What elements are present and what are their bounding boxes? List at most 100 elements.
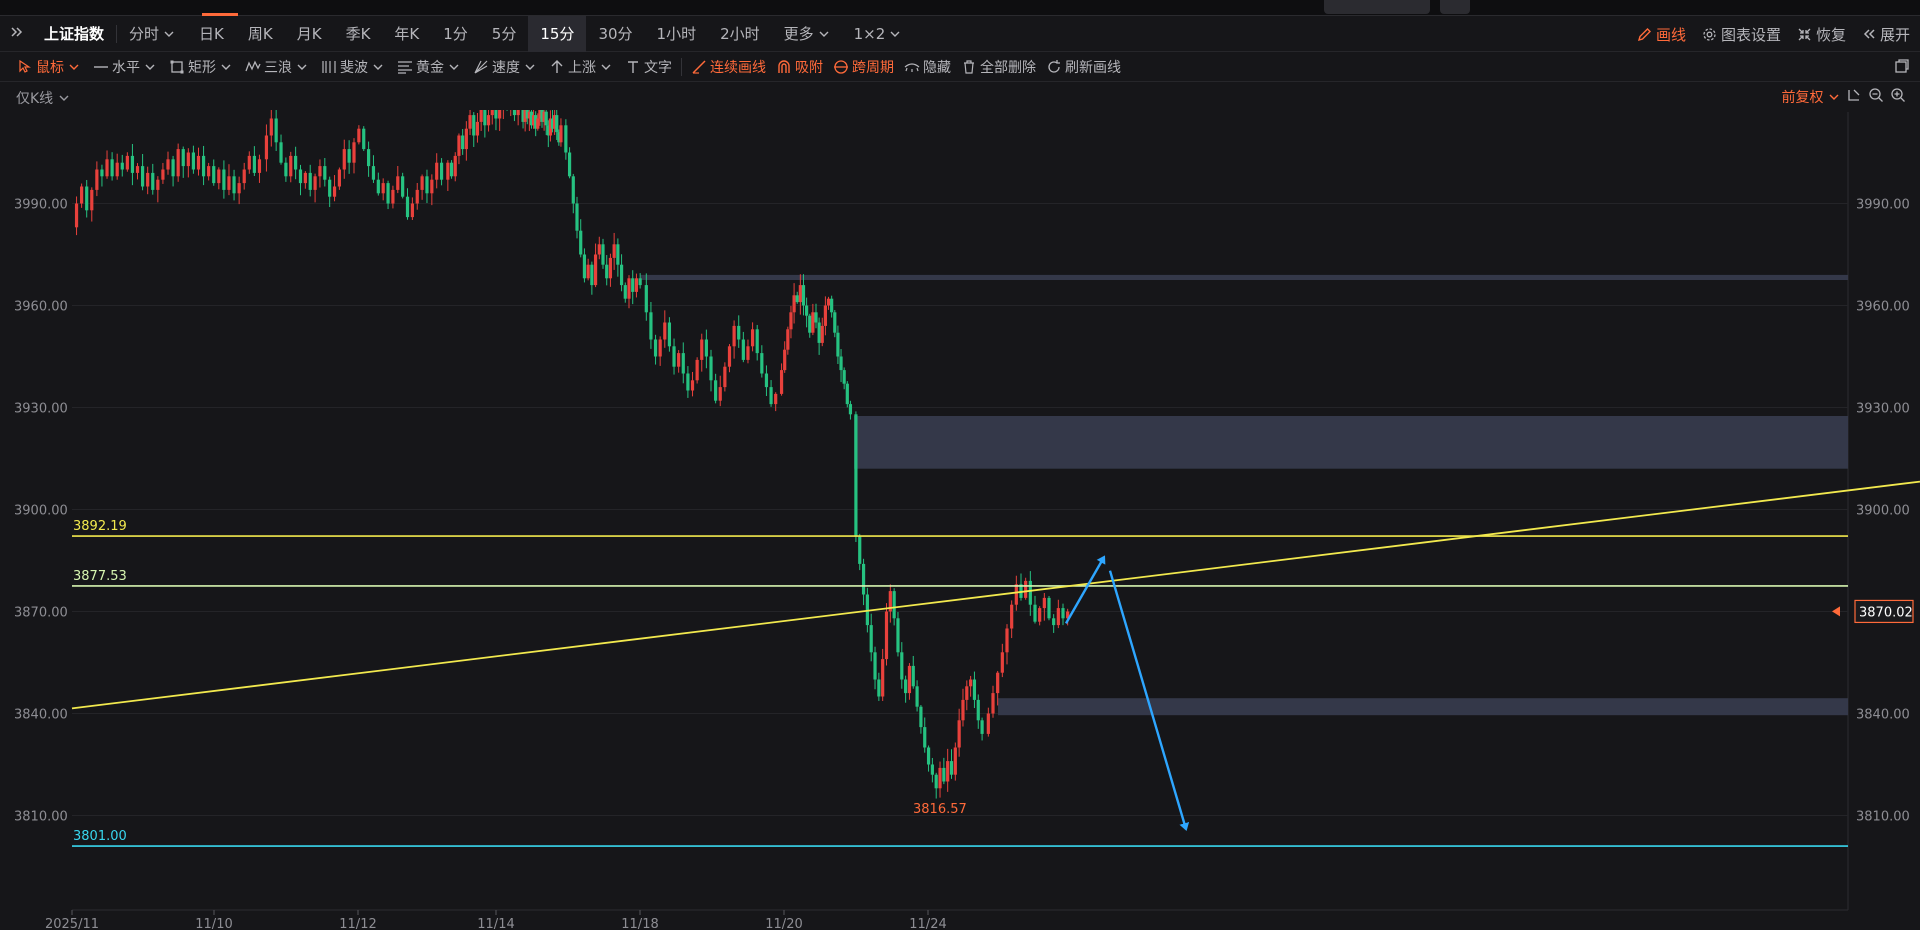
tool-three-wave[interactable]: 三浪 — [240, 52, 316, 82]
period-tab[interactable]: 月K — [285, 16, 334, 52]
x-tick-label: 11/24 — [909, 917, 946, 930]
candle-body — [274, 118, 278, 143]
period-tab[interactable]: 周K — [236, 16, 285, 52]
tool-rise[interactable]: 上涨 — [544, 52, 620, 82]
fullscreen-button[interactable] — [1894, 58, 1910, 78]
cropped-search-pill[interactable] — [1324, 0, 1430, 14]
candle-body — [257, 159, 262, 173]
period-tab[interactable]: 季K — [334, 16, 383, 52]
candle-body — [795, 295, 799, 303]
candle-body — [582, 254, 587, 279]
restore-button[interactable]: 恢复 — [1789, 16, 1854, 52]
period-tab[interactable]: 5分 — [480, 16, 529, 52]
period-tab[interactable]: 分时 — [117, 16, 187, 52]
projection-arrow-up[interactable] — [1064, 555, 1106, 624]
action-cross-period[interactable]: 跨周期 — [828, 52, 899, 82]
trend-line[interactable] — [71, 480, 1920, 710]
action-delete-all[interactable]: 全部删除 — [956, 52, 1041, 82]
action-hide[interactable]: 隐藏 — [899, 52, 956, 82]
y-tick-label-left: 3900.00 — [14, 504, 68, 519]
candle-body — [774, 393, 778, 405]
tool-rectangle[interactable]: 矩形 — [164, 52, 240, 82]
x-tick-label: 11/10 — [195, 917, 232, 930]
candle-body — [74, 203, 79, 228]
draw-line-button[interactable]: 画线 — [1629, 16, 1694, 52]
candle-body — [284, 162, 288, 177]
tool-cursor[interactable]: 鼠标 — [12, 52, 88, 82]
tool-speed[interactable]: 速度 — [468, 52, 544, 82]
action-snap[interactable]: 吸附 — [771, 52, 828, 82]
expand-button[interactable]: 展开 — [1854, 16, 1920, 52]
candle-body — [601, 244, 605, 265]
period-tab[interactable]: 更多 — [772, 16, 842, 52]
symbol-name[interactable]: 上证指数 — [32, 16, 116, 52]
period-tab[interactable]: 2小时 — [708, 16, 772, 52]
kline-chart[interactable]: 3892.19 3877.53 3801.00 3816.57 3990.00 3990… — [0, 110, 1920, 930]
candle-body — [269, 118, 273, 136]
candle-body — [1005, 628, 1009, 653]
price-zone[interactable] — [640, 274, 1848, 280]
divider — [681, 57, 682, 76]
candle-body — [798, 285, 802, 303]
candle-body — [942, 767, 946, 782]
period-tab[interactable]: 1×2 — [842, 16, 914, 52]
candle-body — [695, 359, 699, 381]
indicator-selector[interactable]: 仅K线 — [16, 88, 70, 108]
action-refresh-lines[interactable]: 刷新画线 — [1041, 52, 1126, 82]
candle-body — [303, 172, 307, 184]
candle-body — [212, 166, 216, 184]
candle-body — [575, 203, 579, 231]
candle-body — [479, 110, 483, 122]
candle-body — [313, 176, 317, 190]
tool-golden[interactable]: 黄金 — [392, 52, 468, 82]
candle-body — [727, 346, 732, 367]
zoom-in-icon[interactable] — [1890, 87, 1906, 107]
candle-body — [110, 159, 114, 177]
candle-body — [769, 387, 773, 405]
candle-body — [605, 264, 609, 279]
candle-body — [877, 679, 881, 697]
candle-body — [926, 747, 931, 765]
candle-body — [435, 162, 439, 180]
candle-body — [833, 312, 837, 333]
candle-body — [593, 254, 598, 286]
collapse-panel-button[interactable] — [0, 16, 32, 52]
chart-settings-button[interactable]: 图表设置 — [1694, 16, 1789, 52]
price-zone[interactable] — [998, 698, 1848, 716]
action-continuous-draw[interactable]: 连续画线 — [686, 52, 771, 82]
period-tab[interactable]: 15分 — [528, 15, 587, 52]
period-tab[interactable]: 1分 — [431, 16, 480, 52]
period-tab[interactable]: 30分 — [586, 16, 644, 52]
candle-body — [100, 169, 104, 177]
candle-body — [764, 373, 769, 388]
drawing-actions: 连续画线 吸附 跨周期 隐藏 全部删除 刷新画线 — [686, 52, 1126, 82]
period-tab[interactable]: 年K — [382, 16, 431, 52]
cross-period-icon — [834, 59, 848, 74]
drawn-lines[interactable]: 3892.19 3877.53 3801.00 — [71, 480, 1920, 847]
tool-horizontal[interactable]: 水平 — [88, 52, 164, 82]
zoom-out-icon[interactable] — [1868, 87, 1884, 107]
candle-body — [783, 349, 787, 371]
candle-body — [357, 128, 361, 143]
period-tab[interactable]: 1小时 — [645, 16, 709, 52]
price-zone[interactable] — [854, 416, 1848, 469]
chevron-down-icon — [525, 64, 535, 70]
candle-body — [420, 176, 424, 190]
y-tick-label-left: 3810.00 — [14, 810, 68, 825]
candle-body — [559, 125, 563, 143]
projection-arrows[interactable] — [1064, 555, 1190, 832]
price-adjust-dropdown[interactable]: 前复权 — [1782, 87, 1840, 107]
candle-body — [125, 155, 129, 170]
candle-style-icon[interactable] — [1846, 87, 1862, 107]
tool-text[interactable]: 文字 — [620, 52, 677, 82]
candle-body — [839, 356, 843, 371]
candle-body — [242, 169, 246, 184]
candle-body — [247, 155, 251, 170]
chevron-down-icon — [373, 64, 383, 70]
cropped-nav-button[interactable] — [1440, 0, 1470, 14]
candle-body — [980, 720, 984, 734]
period-tab[interactable]: 日K — [187, 16, 236, 52]
candle-body — [405, 196, 410, 218]
tool-fibonacci[interactable]: 斐波 — [316, 52, 392, 82]
candle-body — [634, 278, 639, 292]
